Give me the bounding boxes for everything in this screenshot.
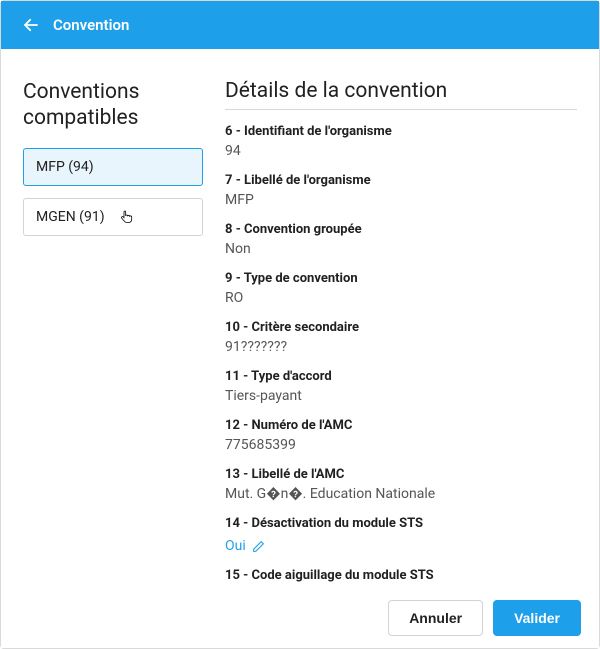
- divider: [225, 109, 577, 110]
- footer-actions: Annuler Valider: [1, 588, 599, 648]
- field-label: 9 - Type de convention: [225, 271, 573, 286]
- details-fields: 6 - Identifiant de l'organisme 94 7 - Libe…: [225, 124, 577, 591]
- field-label: 12 - Numéro de l'AMC: [225, 418, 573, 433]
- detail-field: 10 - Critère secondaire 91???????: [225, 320, 573, 355]
- detail-field: 11 - Type d'accord Tiers-payant: [225, 369, 573, 404]
- detail-field: 12 - Numéro de l'AMC 775685399: [225, 418, 573, 453]
- field-label: 15 - Code aiguillage du module STS: [225, 568, 573, 583]
- edit-icon: [252, 540, 265, 553]
- page-title: Convention: [53, 16, 129, 34]
- convention-item-label: MGEN (91): [36, 209, 105, 225]
- field-value-link[interactable]: Oui: [225, 538, 265, 554]
- field-value: Tiers-payant: [225, 388, 573, 404]
- validate-button[interactable]: Valider: [493, 600, 581, 636]
- detail-field: 9 - Type de convention RO: [225, 271, 573, 306]
- detail-field: 13 - Libellé de l'AMC Mut. G�n�. Educatio…: [225, 467, 573, 502]
- field-value: 775685399: [225, 437, 573, 453]
- field-label: 8 - Convention groupée: [225, 222, 573, 237]
- back-arrow-icon[interactable]: [19, 13, 43, 37]
- conventions-list-heading: Conventions compatibles: [23, 79, 203, 132]
- convention-item-mgen[interactable]: MGEN (91): [23, 198, 203, 236]
- field-label: 6 - Identifiant de l'organisme: [225, 124, 573, 139]
- cursor-hand-icon: [119, 208, 135, 230]
- field-value: Mut. G�n�. Education Nationale: [225, 486, 573, 502]
- convention-details-panel: Détails de la convention 6 - Identifiant…: [225, 79, 577, 588]
- detail-field: 8 - Convention groupée Non: [225, 222, 573, 257]
- detail-field: 14 - Désactivation du module STS Oui: [225, 516, 573, 554]
- field-value: 94: [225, 143, 573, 159]
- field-value: Non: [225, 241, 573, 257]
- content-area: Conventions compatibles MFP (94) MGEN (9…: [1, 49, 599, 588]
- detail-field: 6 - Identifiant de l'organisme 94: [225, 124, 573, 159]
- convention-item-mfp[interactable]: MFP (94): [23, 148, 203, 186]
- field-value: RO: [225, 290, 573, 306]
- conventions-list-panel: Conventions compatibles MFP (94) MGEN (9…: [23, 79, 203, 588]
- field-label: 7 - Libellé de l'organisme: [225, 173, 573, 188]
- field-label: 11 - Type d'accord: [225, 369, 573, 384]
- header-bar: Convention: [1, 1, 599, 49]
- convention-item-label: MFP (94): [36, 159, 94, 175]
- field-value: MFP: [225, 192, 573, 208]
- field-label: 14 - Désactivation du module STS: [225, 516, 573, 531]
- details-heading: Détails de la convention: [225, 79, 577, 103]
- field-label: 13 - Libellé de l'AMC: [225, 467, 573, 482]
- field-value: 91???????: [225, 339, 573, 355]
- detail-field: 7 - Libellé de l'organisme MFP: [225, 173, 573, 208]
- field-label: 10 - Critère secondaire: [225, 320, 573, 335]
- cancel-button[interactable]: Annuler: [388, 600, 483, 636]
